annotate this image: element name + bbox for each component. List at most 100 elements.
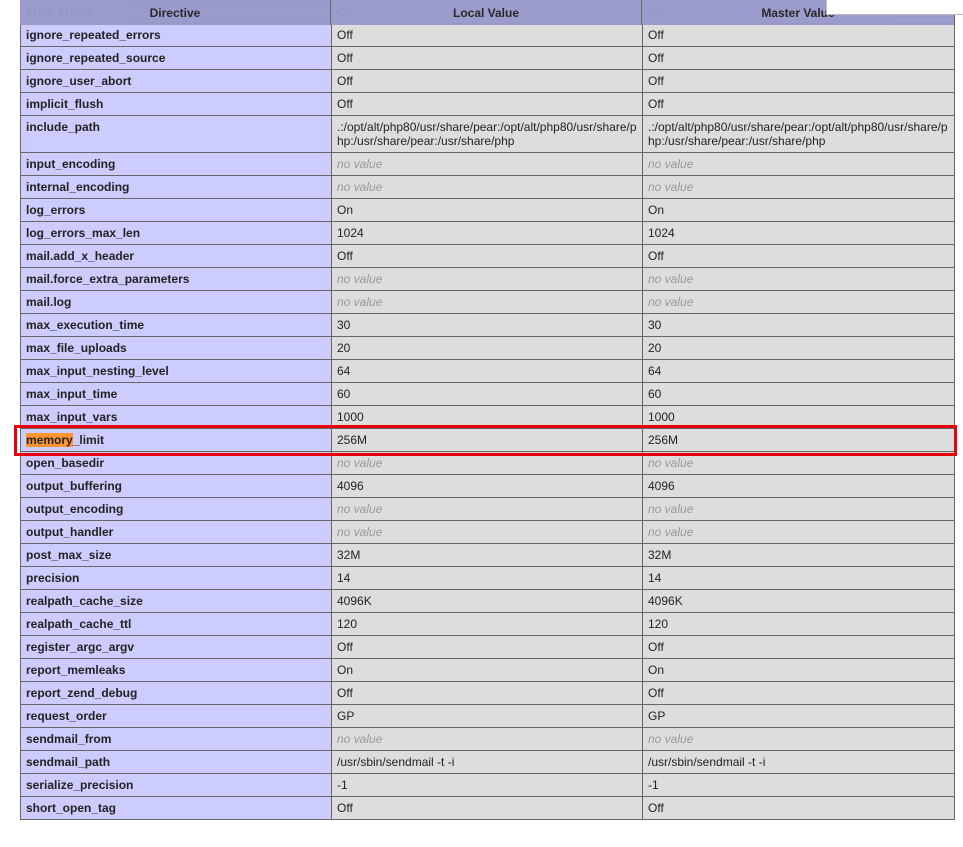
table-row: mail.log no value no value: [20, 290, 955, 314]
table-row: log_errors On On: [20, 198, 955, 222]
table-row: register_argc_argv Off Off: [20, 635, 955, 659]
table-row: short_open_tag Off Off: [20, 796, 955, 820]
table-row: ignore_repeated_errors Off Off: [20, 23, 955, 47]
master-value-cell: Off: [642, 69, 955, 93]
master-value-cell: no value: [642, 727, 955, 751]
directive-cell: memory_limit: [20, 428, 332, 452]
local-value-cell: no value: [331, 727, 643, 751]
directive-cell: realpath_cache_size: [20, 589, 332, 613]
master-value-cell: 64: [642, 359, 955, 383]
directive-cell: precision: [20, 566, 332, 590]
directive-cell: implicit_flush: [20, 92, 332, 116]
local-value-cell: no value: [331, 520, 643, 544]
local-value-cell: On: [331, 658, 643, 682]
table-row: ignore_user_abort Off Off: [20, 69, 955, 93]
table-row: mail.force_extra_parameters no value no va…: [20, 267, 955, 291]
local-value-cell: 1000: [331, 405, 643, 429]
directive-cell: report_memleaks: [20, 658, 332, 682]
directive-cell: input_encoding: [20, 152, 332, 176]
local-value-cell: 256M: [331, 428, 643, 452]
local-value-cell: Off: [331, 244, 643, 268]
local-value-cell: .:/opt/alt/php80/usr/share/pear:/opt/alt…: [331, 115, 643, 153]
directive-cell: serialize_precision: [20, 773, 332, 797]
table-row: output_encoding no value no value: [20, 497, 955, 521]
table-row: max_input_time 60 60: [20, 382, 955, 406]
master-value-cell: no value: [642, 267, 955, 291]
directive-cell: output_buffering: [20, 474, 332, 498]
local-value-cell: Off: [331, 23, 643, 47]
local-value-cell: 20: [331, 336, 643, 360]
column-header-directive: Directive: [20, 0, 331, 25]
local-value-cell: 120: [331, 612, 643, 636]
table-row: ignore_repeated_source Off Off: [20, 46, 955, 70]
directive-cell: realpath_cache_ttl: [20, 612, 332, 636]
directive-cell: ignore_repeated_source: [20, 46, 332, 70]
master-value-cell: On: [642, 198, 955, 222]
find-in-page-bar[interactable]: [826, 0, 963, 15]
directive-cell: max_input_nesting_level: [20, 359, 332, 383]
table-row: post_max_size 32M 32M: [20, 543, 955, 567]
master-value-cell: Off: [642, 244, 955, 268]
local-value-cell: no value: [331, 451, 643, 475]
master-value-cell: 4096K: [642, 589, 955, 613]
master-value-cell: 120: [642, 612, 955, 636]
master-value-cell: 20: [642, 336, 955, 360]
master-value-cell: 1000: [642, 405, 955, 429]
directive-cell: post_max_size: [20, 543, 332, 567]
column-header-local-value: Local Value: [331, 0, 642, 25]
local-value-cell: Off: [331, 46, 643, 70]
master-value-cell: /usr/sbin/sendmail -t -i: [642, 750, 955, 774]
local-value-cell: no value: [331, 497, 643, 521]
table-row: report_memleaks On On: [20, 658, 955, 682]
table-row: output_handler no value no value: [20, 520, 955, 544]
directive-cell: max_input_vars: [20, 405, 332, 429]
master-value-cell: 4096: [642, 474, 955, 498]
directive-cell: internal_encoding: [20, 175, 332, 199]
directive-cell: max_input_time: [20, 382, 332, 406]
local-value-cell: 30: [331, 313, 643, 337]
directive-cell: include_path: [20, 115, 332, 153]
local-value-cell: 14: [331, 566, 643, 590]
directive-cell: max_execution_time: [20, 313, 332, 337]
table-row: open_basedir no value no value: [20, 451, 955, 475]
local-value-cell: 1024: [331, 221, 643, 245]
table-row: report_zend_debug Off Off: [20, 681, 955, 705]
master-value-cell: Off: [642, 46, 955, 70]
directive-cell: request_order: [20, 704, 332, 728]
local-value-cell: no value: [331, 175, 643, 199]
master-value-cell: Off: [642, 796, 955, 820]
table-row: implicit_flush Off Off: [20, 92, 955, 116]
local-value-cell: 60: [331, 382, 643, 406]
table-row: sendmail_from no value no value: [20, 727, 955, 751]
table-row: memory_limit 256M 256M: [20, 428, 955, 452]
phpinfo-viewport: Directive Local Value Master Value highl…: [0, 0, 963, 847]
table-row: realpath_cache_ttl 120 120: [20, 612, 955, 636]
table-row: output_buffering 4096 4096: [20, 474, 955, 498]
local-value-cell: no value: [331, 152, 643, 176]
directive-cell: register_argc_argv: [20, 635, 332, 659]
directive-cell: ignore_user_abort: [20, 69, 332, 93]
directive-cell: report_zend_debug: [20, 681, 332, 705]
directive-cell: mail.log: [20, 290, 332, 314]
master-value-cell: no value: [642, 451, 955, 475]
directive-cell: log_errors_max_len: [20, 221, 332, 245]
local-value-cell: -1: [331, 773, 643, 797]
local-value-cell: 4096: [331, 474, 643, 498]
local-value-cell: 64: [331, 359, 643, 383]
master-value-cell: 14: [642, 566, 955, 590]
master-value-cell: no value: [642, 290, 955, 314]
directive-cell: output_encoding: [20, 497, 332, 521]
configuration-table: highlight.string#DD0000#DD0000html_error…: [20, 0, 955, 820]
master-value-cell: Off: [642, 92, 955, 116]
directive-cell: short_open_tag: [20, 796, 332, 820]
master-value-cell: -1: [642, 773, 955, 797]
table-header: Directive Local Value Master Value: [20, 0, 954, 25]
master-value-cell: no value: [642, 175, 955, 199]
directive-cell: mail.add_x_header: [20, 244, 332, 268]
local-value-cell: Off: [331, 69, 643, 93]
directive-cell: mail.force_extra_parameters: [20, 267, 332, 291]
table-row: log_errors_max_len 1024 1024: [20, 221, 955, 245]
local-value-cell: no value: [331, 267, 643, 291]
local-value-cell: 32M: [331, 543, 643, 567]
table-row: serialize_precision -1 -1: [20, 773, 955, 797]
